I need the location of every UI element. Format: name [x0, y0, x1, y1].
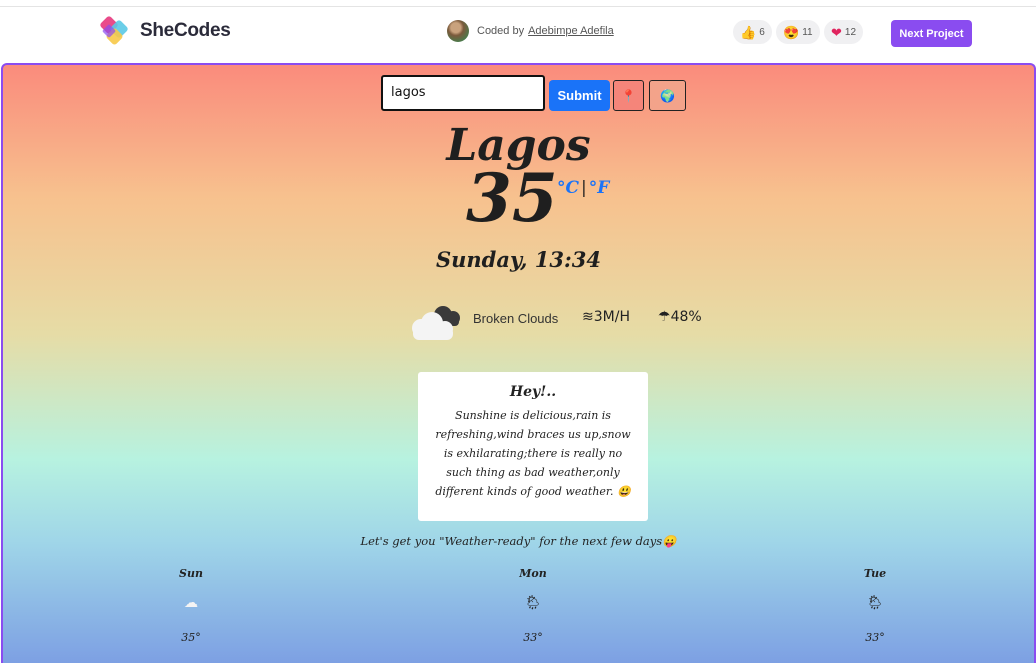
- weather-app: lagos Submit 📍 🌍 Lagos 35 °C | °F Sunday, …: [1, 63, 1036, 663]
- forecast-tagline: Let's get you "Weather-ready" for the ne…: [360, 534, 677, 548]
- forecast-day: Tue 🌦 33°: [845, 567, 905, 644]
- coder-credit: Coded by Adebimpe Adefila: [447, 19, 614, 43]
- wind-speed: ≋3M/H: [582, 309, 630, 325]
- forecast-day: Sun ☁ 35°: [161, 567, 221, 644]
- unit-separator: |: [581, 178, 587, 198]
- weather-description: Broken Clouds: [473, 311, 559, 326]
- current-conditions: Broken Clouds ≋3M/H ☂48%: [405, 301, 715, 341]
- wind-icon: ≋: [582, 309, 594, 325]
- quote-title: Hey!..: [509, 384, 557, 400]
- quote-card: Hey!.. Sunshine is delicious,rain is ref…: [418, 372, 648, 521]
- heart-eyes-icon: 😍: [783, 24, 800, 40]
- cloud-icon: ☁: [184, 595, 198, 611]
- city-search-input[interactable]: lagos: [381, 75, 545, 111]
- globe-button[interactable]: 🌍: [649, 80, 686, 111]
- next-project-button[interactable]: Next Project: [891, 20, 972, 47]
- reaction-heart[interactable]: ❤ 12: [824, 20, 864, 44]
- forecast-day: Mon 🌦 33°: [503, 567, 563, 644]
- forecast-temp: 35°: [181, 631, 201, 644]
- pin-icon: 📍: [621, 88, 636, 103]
- broken-clouds-icon: [412, 306, 460, 340]
- rain-cloud-icon: 🌦: [524, 595, 542, 611]
- submit-button[interactable]: Submit: [549, 80, 610, 111]
- celsius-link[interactable]: °C: [557, 178, 579, 198]
- coded-by-label: Coded by: [477, 25, 525, 37]
- shecodes-logo-icon[interactable]: [98, 14, 134, 50]
- reaction-heart-eyes[interactable]: 😍 11: [776, 20, 820, 44]
- forecast-temp: 33°: [523, 631, 543, 644]
- forecast-day-name: Sun: [179, 567, 203, 580]
- quote-text: Sunshine is delicious,rain is refreshing…: [435, 409, 631, 498]
- current-location-button[interactable]: 📍: [613, 80, 644, 111]
- date-time: Sunday, 13:34: [435, 247, 601, 272]
- brand-name[interactable]: SheCodes: [140, 20, 231, 42]
- current-temperature: 35: [466, 159, 558, 237]
- thumbs-up-icon: 👍: [740, 24, 757, 40]
- unit-toggle: °C | °F: [557, 178, 609, 198]
- humidity: ☂48%: [658, 309, 702, 325]
- forecast-day-name: Tue: [863, 567, 887, 580]
- reaction-count: 11: [802, 26, 813, 38]
- rain-cloud-icon: 🌦: [866, 595, 884, 611]
- forecast-day-name: Mon: [519, 567, 547, 580]
- browser-strip: [0, 0, 1036, 7]
- coder-name-link[interactable]: Adebimpe Adefila: [528, 25, 614, 37]
- umbrella-icon: ☂: [658, 309, 671, 325]
- reaction-count: 6: [759, 26, 765, 38]
- forecast-temp: 33°: [865, 631, 885, 644]
- heart-icon: ❤: [831, 24, 842, 40]
- globe-icon: 🌍: [660, 88, 675, 103]
- reaction-thumbs-up[interactable]: 👍 6: [733, 20, 772, 44]
- shecodes-header: SheCodes Coded by Adebimpe Adefila 👍 6 😍…: [0, 7, 1036, 55]
- coder-avatar: [447, 20, 469, 42]
- fahrenheit-link[interactable]: °F: [589, 178, 610, 198]
- reaction-count: 12: [844, 26, 857, 38]
